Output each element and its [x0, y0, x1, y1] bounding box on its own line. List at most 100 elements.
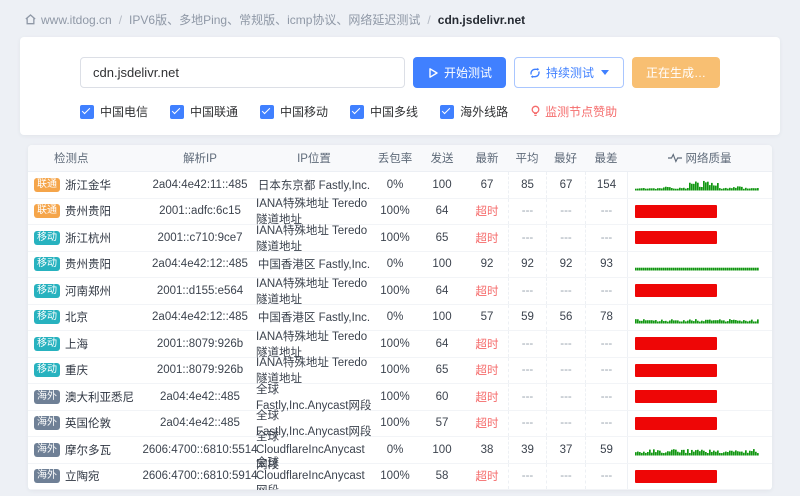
- cell-best: ---: [546, 357, 585, 383]
- cell-loss: 100%: [380, 284, 410, 297]
- cell-avg: ---: [508, 463, 546, 489]
- table-row: 海外 立陶宛 2606:4700::6810:5914 全球 CloudflareIn…: [28, 457, 772, 490]
- cell-sent: 65: [435, 364, 449, 377]
- cell-avg: ---: [508, 278, 546, 304]
- checkbox-china-telecom[interactable]: 中国电信: [80, 103, 148, 120]
- cell-avg: ---: [508, 384, 546, 410]
- col-header-node: 检测点: [28, 145, 144, 171]
- checkbox-label: 中国电信: [100, 105, 149, 119]
- sponsor-node-label: 监测节点赞助: [545, 105, 618, 119]
- col-header-label: 最好: [554, 153, 577, 165]
- timeout-red-bar: [635, 469, 717, 483]
- cell-latest: 38: [480, 443, 494, 456]
- cell-ip: 2001::8079:926b: [156, 364, 244, 377]
- cell-latest: 超时: [475, 391, 499, 404]
- cell-best: ---: [546, 410, 585, 436]
- col-header-label: 平均: [515, 153, 539, 165]
- cell-sent: 60: [435, 390, 449, 403]
- table-row: 移动 上海 2001::8079:926b IANA特殊地址 Teredo隧道地址 10…: [28, 331, 772, 359]
- generating-button[interactable]: 正在生成…: [631, 57, 720, 88]
- cell-latest: 超时: [475, 418, 499, 431]
- carrier-badge: 海外: [34, 389, 60, 404]
- col-header-label: 检测点: [54, 153, 89, 165]
- cell-sent: 100: [432, 443, 452, 456]
- start-test-label: 开始测试: [443, 66, 492, 80]
- cell-node: 移动 浙江杭州: [28, 225, 144, 251]
- cell-avg: ---: [508, 357, 546, 383]
- timeout-red-bar: [635, 416, 717, 430]
- cell-latest: 超时: [475, 206, 499, 219]
- breadcrumb: www.itdog.cn / IPV6版、多地Ping、常规版、icmp协议、网…: [0, 0, 800, 28]
- table-row: 移动 北京 2a04:4e42:12::485 中国香港区 Fastly,Inc. 0%…: [28, 304, 772, 331]
- cell-sent: 100: [432, 311, 452, 324]
- cell-ip: 2a04:4e42:11::485: [152, 178, 248, 191]
- cell-sent: 64: [435, 337, 449, 350]
- cell-loss: 0%: [386, 258, 404, 271]
- cell-best: ---: [546, 331, 585, 357]
- sponsor-node-link[interactable]: 监测节点赞助: [530, 103, 617, 120]
- cell-sent: 57: [435, 417, 449, 430]
- cell-loss: 100%: [380, 337, 410, 350]
- carrier-badge: 海外: [34, 416, 60, 431]
- results-table-header: 检测点 解析IP IP位置 丢包率 发送 最新 平均 最好 最差 网络质量: [28, 145, 772, 172]
- cell-location: IANA特殊地址 Teredo隧道地址: [256, 277, 368, 306]
- checkbox-china-mobile[interactable]: 中国移动: [260, 103, 328, 120]
- breadcrumb-site-link[interactable]: www.itdog.cn: [24, 13, 112, 27]
- cell-location: 中国香港区 Fastly,Inc.: [257, 312, 371, 325]
- cell-worst: ---: [585, 278, 627, 304]
- cell-ip: 2a04:4e42:12::485: [152, 311, 248, 324]
- play-icon: [429, 67, 438, 78]
- host-input[interactable]: [80, 57, 405, 88]
- checkbox-checked-icon: [80, 104, 94, 119]
- cell-best: ---: [546, 384, 585, 410]
- cell-ip: 2001::c710:9ce7: [157, 231, 243, 244]
- cell-latest: 超时: [475, 285, 499, 298]
- cell-network-quality: [627, 437, 772, 463]
- node-name: 立陶宛: [65, 471, 100, 484]
- cell-loss: 0%: [386, 178, 404, 191]
- breadcrumb-test-type-link[interactable]: IPV6版、多地Ping、常规版、icmp协议、网络延迟测试: [129, 11, 420, 28]
- cell-avg: ---: [508, 198, 546, 224]
- timeout-red-bar: [635, 390, 717, 404]
- cell-best: 56: [546, 304, 585, 330]
- cell-best: ---: [546, 225, 585, 251]
- cell-node: 海外 立陶宛: [28, 464, 144, 490]
- table-row: 海外 澳大利亚悉尼 2a04:4e42::485 全球 Fastly,Inc.Anyc…: [28, 384, 772, 412]
- checkbox-overseas[interactable]: 海外线路: [440, 103, 508, 120]
- cell-network-quality: [627, 304, 772, 330]
- home-icon: [25, 14, 36, 25]
- cell-network-quality: [627, 357, 772, 383]
- continuous-test-button[interactable]: 持续测试: [513, 57, 624, 88]
- col-header-sent: 发送: [418, 145, 466, 171]
- cell-ip: 2001::d155:e564: [156, 284, 244, 297]
- node-name: 贵州贵阳: [65, 206, 111, 219]
- network-quality-sparkline: [635, 449, 759, 456]
- table-row: 联通 浙江金华 2a04:4e42:11::485 日本东京都 Fastly,Inc.…: [28, 172, 772, 199]
- carrier-badge: 联通: [34, 204, 60, 219]
- cell-ip: 2a04:4e42:12::485: [152, 258, 248, 271]
- checkbox-checked-icon: [260, 104, 275, 119]
- node-name: 澳大利亚悉尼: [65, 391, 134, 404]
- checkbox-label: 海外线路: [460, 105, 509, 119]
- cell-sent: 100: [432, 178, 452, 191]
- checkbox-china-multiline[interactable]: 中国多线: [350, 103, 418, 120]
- start-test-button[interactable]: 开始测试: [412, 57, 506, 88]
- cell-loss: 100%: [380, 205, 410, 218]
- loop-icon: [530, 67, 540, 78]
- col-header-label: IP位置: [297, 153, 331, 165]
- cell-loss: 100%: [380, 390, 410, 403]
- checkbox-label: 中国联通: [190, 105, 239, 119]
- pulse-icon: [667, 153, 682, 163]
- cell-network-quality: [627, 331, 772, 357]
- network-quality-sparkline: [635, 181, 759, 191]
- timeout-red-bar: [635, 337, 717, 351]
- col-header-best: 最好: [546, 145, 585, 171]
- checkbox-china-unicom[interactable]: 中国联通: [170, 103, 238, 120]
- cell-network-quality: [627, 251, 772, 277]
- col-header-quality: 网络质量: [627, 145, 772, 171]
- table-row: 联通 贵州贵阳 2001::adfc:6c15 IANA特殊地址 Teredo隧道地址…: [28, 198, 772, 226]
- query-panel: 开始测试 持续测试 正在生成… 中国电信 中国联通 中国移动 中国多线 海外线路 监测节…: [20, 37, 780, 135]
- carrier-badge: 海外: [34, 442, 60, 457]
- cell-loss: 100%: [380, 364, 410, 377]
- col-header-label: 解析IP: [183, 153, 217, 165]
